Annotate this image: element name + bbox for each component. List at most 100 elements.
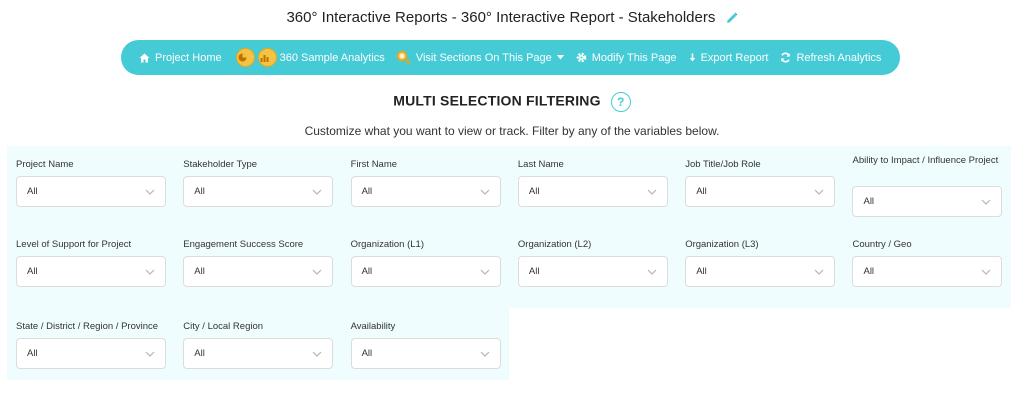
empty-cell — [509, 308, 676, 380]
filter-label: Country / Geo — [852, 239, 912, 250]
filter-label: Organization (L1) — [350, 239, 424, 250]
refresh-icon — [781, 52, 791, 63]
filter-value: All — [27, 348, 38, 359]
filter-select[interactable]: All — [16, 256, 166, 287]
filter-level-of-support: Level of Support for Project All — [7, 226, 175, 308]
empty-cell — [676, 308, 843, 380]
pencil-icon[interactable] — [726, 11, 738, 28]
pie-chart-icon — [235, 48, 255, 67]
filter-value: All — [528, 266, 540, 277]
export-report-link[interactable]: Export Report — [689, 51, 769, 64]
filter-value: All — [361, 186, 373, 197]
project-home-label: Project Home — [155, 51, 222, 64]
sample-analytics-link[interactable]: 360 Sample Analytics — [235, 48, 385, 67]
filter-select[interactable]: All — [183, 256, 334, 287]
filter-select[interactable]: All — [183, 338, 334, 369]
filter-select[interactable]: All — [350, 338, 501, 369]
chevron-down-icon — [312, 189, 322, 195]
filter-select[interactable]: All — [852, 256, 1003, 287]
chevron-down-icon — [145, 189, 155, 195]
filter-value: All — [194, 186, 205, 197]
filter-value: All — [863, 266, 875, 277]
chevron-down-icon — [982, 199, 991, 205]
bar-chart-icon — [257, 48, 277, 67]
modify-page-link[interactable]: Modify This Page — [576, 52, 677, 64]
filter-label: Engagement Success Score — [183, 239, 304, 250]
filter-value: All — [361, 266, 373, 277]
refresh-analytics-link[interactable]: Refresh Analytics — [780, 52, 881, 64]
gear-icon — [576, 52, 587, 63]
filter-last-name: Last Name All — [508, 146, 677, 226]
chevron-down-icon — [480, 269, 490, 275]
chevron-down-icon — [480, 351, 490, 357]
filter-value: All — [696, 266, 707, 277]
filter-select[interactable]: All — [852, 186, 1003, 217]
section-subtitle: Customize what you want to view or track… — [304, 124, 720, 138]
empty-cell — [843, 308, 1010, 380]
chevron-down-icon — [480, 189, 490, 195]
filter-value: All — [863, 196, 875, 207]
filter-project-name: Project Name All — [7, 146, 175, 226]
filter-select[interactable]: All — [183, 176, 334, 207]
filter-select[interactable]: All — [685, 256, 836, 287]
filter-value: All — [361, 348, 373, 359]
export-report-label: Export Report — [700, 51, 769, 64]
top-navbar: Project Home 360 Sample Analytics Visit … — [121, 40, 900, 75]
filter-grid: Project Name All Stakeholder Type All Fi… — [7, 146, 1011, 380]
filter-stakeholder-type: Stakeholder Type All — [174, 146, 342, 226]
page-title-row: 360° Interactive Reports - 360° Interact… — [0, 9, 1024, 28]
chevron-down-icon — [814, 189, 824, 195]
filter-availability: Availability All — [341, 308, 509, 380]
filter-select[interactable]: All — [350, 256, 501, 287]
filter-select[interactable]: All — [685, 176, 836, 207]
caret-down-icon — [556, 55, 564, 60]
filter-country-geo: Country / Geo All — [843, 226, 1011, 308]
filter-organization-l2: Organization (L2) All — [508, 226, 677, 308]
chevron-down-icon — [647, 189, 657, 195]
filter-engagement-score: Engagement Success Score All — [174, 226, 342, 308]
section-title-row: MULTI SELECTION FILTERING ? — [0, 92, 1024, 112]
filter-label: Level of Support for Project — [16, 239, 132, 250]
chevron-down-icon — [647, 269, 657, 275]
filter-city-local-region: City / Local Region All — [174, 308, 342, 380]
filter-label: Ability to Impact / Influence Project — [852, 155, 999, 166]
project-home-link[interactable]: Project Home — [139, 52, 222, 64]
refresh-analytics-label: Refresh Analytics — [796, 51, 882, 64]
help-icon[interactable]: ? — [610, 92, 631, 112]
filter-label: State / District / Region / Province — [16, 321, 159, 332]
visit-sections-dropdown[interactable]: Visit Sections On This Page — [396, 50, 564, 65]
filter-value: All — [696, 186, 707, 197]
page-title: 360° Interactive Reports - 360° Interact… — [286, 9, 716, 26]
chevron-down-icon — [145, 269, 155, 275]
chevron-down-icon — [982, 269, 991, 275]
filter-organization-l3: Organization (L3) All — [676, 226, 844, 308]
filter-select[interactable]: All — [517, 256, 668, 287]
chevron-down-icon — [814, 269, 824, 275]
section-title: MULTI SELECTION FILTERING — [393, 92, 601, 109]
filter-value: All — [27, 266, 38, 277]
visit-sections-label: Visit Sections On This Page — [415, 51, 552, 64]
filter-organization-l1: Organization (L1) All — [341, 226, 509, 308]
chevron-down-icon — [145, 351, 155, 357]
home-icon — [139, 53, 150, 62]
filter-label: First Name — [350, 159, 398, 170]
filter-select[interactable]: All — [16, 338, 166, 369]
filter-label: Job Title/Job Role — [685, 159, 761, 170]
chevron-down-icon — [312, 351, 322, 357]
filter-label: Project Name — [16, 159, 74, 170]
filter-label: City / Local Region — [183, 321, 264, 332]
magnifier-icon — [396, 50, 411, 65]
filter-value: All — [194, 266, 205, 277]
filter-value: All — [194, 348, 205, 359]
filter-label: Organization (L2) — [517, 239, 592, 250]
filter-select[interactable]: All — [517, 176, 668, 207]
filter-value: All — [528, 186, 540, 197]
filter-first-name: First Name All — [341, 146, 509, 226]
filter-state-region: State / District / Region / Province All — [7, 308, 175, 380]
filter-select[interactable]: All — [16, 176, 166, 207]
filter-select[interactable]: All — [350, 176, 501, 207]
filter-ability-to-impact: Ability to Impact / Influence Project Al… — [843, 146, 1011, 226]
filter-job-title: Job Title/Job Role All — [676, 146, 844, 226]
download-arrow-icon — [689, 53, 695, 61]
filter-label: Stakeholder Type — [183, 159, 258, 170]
